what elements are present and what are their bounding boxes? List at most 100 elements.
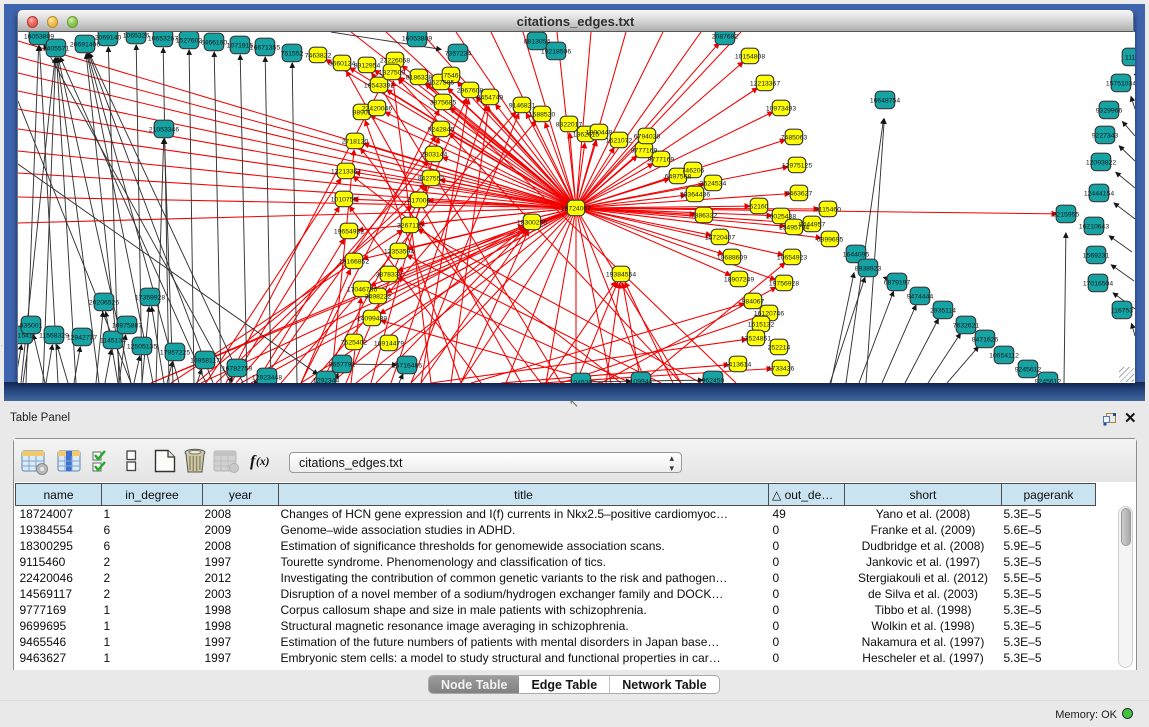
svg-text:10025438: 10025438 xyxy=(766,213,796,220)
svg-text:9245612: 9245612 xyxy=(1015,366,1042,373)
svg-text:6879197: 6879197 xyxy=(884,279,911,286)
svg-text:9527505: 9527505 xyxy=(428,79,455,86)
svg-text:12213367: 12213367 xyxy=(750,80,780,87)
svg-text:16053809: 16053809 xyxy=(24,33,54,40)
svg-text:746206: 746206 xyxy=(682,167,705,174)
svg-text:962450: 962450 xyxy=(702,377,725,383)
svg-text:8444957: 8444957 xyxy=(799,221,826,228)
svg-text:12213361: 12213361 xyxy=(331,168,361,175)
svg-text:2718120: 2718120 xyxy=(342,138,369,145)
svg-text:18907249: 18907249 xyxy=(724,276,754,283)
svg-text:7386322: 7386322 xyxy=(691,212,718,219)
svg-text:18300295: 18300295 xyxy=(517,219,547,226)
svg-text:20206526: 20206526 xyxy=(89,299,119,306)
svg-text:835001: 835001 xyxy=(20,322,43,329)
svg-text:11568329: 11568329 xyxy=(39,332,69,339)
svg-text:19218506: 19218506 xyxy=(541,48,571,55)
svg-text:3915411: 3915411 xyxy=(18,332,36,339)
svg-text:16210643: 16210643 xyxy=(1079,223,1109,230)
svg-text:1527602: 1527602 xyxy=(176,37,203,44)
svg-text:10654923: 10654923 xyxy=(777,254,807,261)
svg-text:3267110: 3267110 xyxy=(397,222,423,229)
svg-text:16782759: 16782759 xyxy=(222,365,252,372)
svg-text:15720407: 15720407 xyxy=(705,234,735,241)
svg-text:984067: 984067 xyxy=(742,298,765,305)
svg-text:9329966: 9329966 xyxy=(1096,107,1123,114)
svg-text:14099489: 14099489 xyxy=(357,315,387,322)
svg-text:10973493: 10973493 xyxy=(766,105,796,112)
svg-text:10688609: 10688609 xyxy=(717,254,747,261)
svg-text:10654112: 10654112 xyxy=(989,352,1019,359)
svg-text:9777169: 9777169 xyxy=(648,156,675,163)
svg-text:7485063: 7485063 xyxy=(781,134,808,141)
svg-text:10154808: 10154808 xyxy=(735,53,765,60)
svg-text:9657791: 9657791 xyxy=(329,361,356,368)
svg-text:6899695: 6899695 xyxy=(817,236,844,243)
svg-text:8215955: 8215955 xyxy=(1053,211,1080,218)
svg-text:1327509: 1327509 xyxy=(379,69,406,76)
svg-text:12505135: 12505135 xyxy=(127,343,157,350)
svg-text:10958117: 10958117 xyxy=(190,357,220,364)
svg-text:19654932: 19654932 xyxy=(334,228,364,235)
svg-text:1615132: 1615132 xyxy=(748,321,775,328)
svg-text:2087682: 2087682 xyxy=(712,33,739,40)
svg-text:(x): (x) xyxy=(256,456,270,468)
svg-text:417006: 417006 xyxy=(408,197,431,204)
svg-text:9245612: 9245612 xyxy=(1035,378,1062,383)
svg-text:16914479: 16914479 xyxy=(374,340,404,347)
svg-text:1990448: 1990448 xyxy=(586,129,613,136)
svg-text:7632621: 7632621 xyxy=(953,322,980,329)
svg-text:8471626: 8471626 xyxy=(972,336,999,343)
svg-text:17016504: 17016504 xyxy=(1083,280,1113,287)
svg-text:104530: 104530 xyxy=(570,379,593,383)
svg-text:1413614: 1413614 xyxy=(725,361,752,368)
svg-text:17957225: 17957225 xyxy=(160,349,190,356)
svg-text:1117: 1117 xyxy=(1125,54,1135,61)
svg-text:7625402: 7625402 xyxy=(341,339,368,346)
svg-text:12923448: 12923448 xyxy=(252,374,282,381)
svg-text:7357234: 7357234 xyxy=(445,50,472,57)
svg-text:10975887: 10975887 xyxy=(112,322,142,329)
svg-text:2967608: 2967608 xyxy=(457,87,484,94)
svg-text:16120746: 16120746 xyxy=(754,310,784,317)
svg-text:1405571: 1405571 xyxy=(43,45,70,52)
svg-text:9115460: 9115460 xyxy=(815,206,841,213)
svg-text:8938923: 8938923 xyxy=(855,265,882,272)
svg-text:16671355: 16671355 xyxy=(250,44,280,51)
svg-text:16648754: 16648754 xyxy=(870,97,900,104)
svg-text:16053809: 16053809 xyxy=(402,35,432,42)
svg-text:20691406: 20691406 xyxy=(70,41,100,48)
svg-text:8454749: 8454749 xyxy=(477,94,504,101)
svg-text:3875685: 3875685 xyxy=(430,99,457,106)
svg-text:17046786: 17046786 xyxy=(347,286,377,293)
svg-text:6794028: 6794028 xyxy=(634,133,661,140)
svg-text:21053346: 21053346 xyxy=(149,126,179,133)
svg-text:3624534: 3624534 xyxy=(700,180,727,187)
svg-text:6497568: 6497568 xyxy=(665,173,692,180)
svg-text:12975125: 12975125 xyxy=(782,162,812,169)
svg-text:20364436: 20364436 xyxy=(680,191,710,198)
svg-text:9474444: 9474444 xyxy=(907,293,934,300)
svg-text:252214: 252214 xyxy=(768,344,791,351)
svg-text:8427552: 8427552 xyxy=(418,175,445,182)
svg-text:12444154: 12444154 xyxy=(1084,190,1114,197)
svg-text:109944: 109944 xyxy=(630,378,653,383)
svg-text:751552: 751552 xyxy=(281,50,304,57)
svg-text:15751034: 15751034 xyxy=(1106,80,1135,87)
svg-text:19384554: 19384554 xyxy=(606,271,636,278)
svg-text:16543392: 16543392 xyxy=(364,82,394,89)
svg-text:3498222: 3498222 xyxy=(365,293,392,300)
svg-text:1733426: 1733426 xyxy=(768,365,795,372)
svg-text:7546: 7546 xyxy=(443,72,458,79)
svg-text:1621072: 1621072 xyxy=(606,137,633,144)
svg-text:13524851: 13524851 xyxy=(741,335,771,342)
svg-text:9777169: 9777169 xyxy=(631,147,658,154)
svg-text:12353594: 12353594 xyxy=(384,248,414,255)
svg-text:22420046: 22420046 xyxy=(362,105,392,112)
svg-text:1010755: 1010755 xyxy=(331,196,358,203)
svg-text:19756928: 19756928 xyxy=(769,280,799,287)
svg-text:8912954: 8912954 xyxy=(354,62,381,69)
svg-text:1065326: 1065326 xyxy=(123,32,150,39)
svg-text:8813054: 8813054 xyxy=(524,38,551,45)
svg-text:9463627: 9463627 xyxy=(786,190,813,197)
